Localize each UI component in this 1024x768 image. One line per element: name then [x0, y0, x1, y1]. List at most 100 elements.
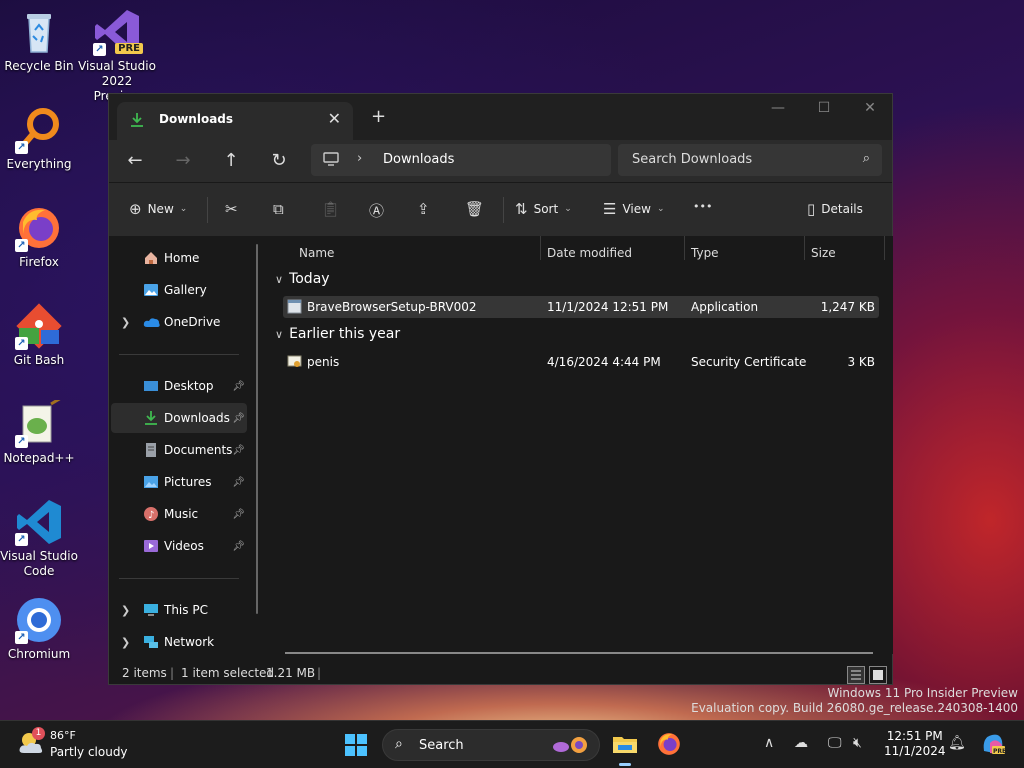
file-type: Application: [691, 300, 759, 314]
minimize-button[interactable]: —: [755, 100, 801, 116]
nav-divider: [119, 578, 239, 579]
desktop-icon-firefox[interactable]: ↗ Firefox: [0, 204, 79, 270]
taskbar-file-explorer[interactable]: [612, 731, 638, 760]
status-divider: |: [317, 666, 322, 680]
sort-icon: ⇅: [515, 200, 528, 218]
up-button[interactable]: ↑: [217, 148, 245, 174]
cut-button[interactable]: ✂: [225, 200, 238, 218]
desktop-icon-notepad-plus-plus[interactable]: ↗ Notepad++: [0, 396, 79, 466]
new-button[interactable]: ⊕ New ⌄: [129, 200, 187, 218]
refresh-button[interactable]: ↻: [265, 148, 293, 174]
address-bar[interactable]: › Downloads: [311, 144, 611, 176]
volume-muted-icon[interactable]: 🔇︎: [853, 735, 862, 751]
column-header-size[interactable]: Size: [811, 246, 836, 260]
column-divider[interactable]: [884, 236, 885, 260]
taskbar: 1 86°F Partly cloudy ⌕ Search ∧ ☁︎ 🖵︎ 🔇︎…: [0, 720, 1024, 768]
file-type: Security Certificate: [691, 355, 807, 369]
chevron-right-icon[interactable]: ❯: [121, 316, 130, 329]
column-divider[interactable]: [540, 236, 541, 260]
column-header-date-modified[interactable]: Date modified: [547, 246, 632, 260]
desktop-icon-label: Recycle Bin: [4, 59, 74, 73]
nav-item-pictures[interactable]: Pictures 📌︎: [111, 467, 247, 497]
taskbar-clock[interactable]: 12:51 PM 11/1/2024: [884, 729, 946, 759]
sort-button[interactable]: ⇅ Sort ⌄: [515, 200, 572, 218]
network-icon[interactable]: 🖵︎: [828, 735, 842, 751]
shortcut-arrow-icon: ↗: [15, 631, 28, 644]
address-segment[interactable]: Downloads: [383, 152, 454, 167]
pin-icon[interactable]: 📌︎: [232, 541, 245, 552]
copy-button[interactable]: ⧉: [273, 200, 284, 218]
chevron-right-icon[interactable]: ❯: [121, 636, 130, 649]
pin-icon[interactable]: 📌︎: [232, 509, 245, 520]
desktop-icon-label: Notepad++: [3, 451, 75, 465]
new-tab-button[interactable]: +: [371, 106, 386, 127]
shortcut-arrow-icon: ↗: [15, 435, 28, 448]
taskbar-firefox[interactable]: [656, 731, 682, 760]
column-divider[interactable]: [684, 236, 685, 260]
pin-icon[interactable]: 📌︎: [232, 445, 245, 456]
close-tab-icon[interactable]: ✕: [328, 109, 341, 128]
everything-search-icon: ↗: [15, 106, 63, 154]
nav-item-downloads[interactable]: Downloads 📌︎: [111, 403, 247, 433]
pin-icon[interactable]: 📌︎: [232, 477, 245, 488]
desktop-icon-recycle-bin[interactable]: Recycle Bin: [0, 8, 79, 74]
nav-scrollbar[interactable]: [256, 244, 258, 614]
nav-item-documents[interactable]: Documents 📌︎: [111, 435, 247, 465]
copilot-preview-icon[interactable]: PRE: [980, 731, 1006, 760]
firefox-icon: ↗: [15, 204, 63, 252]
view-button[interactable]: ☰ View ⌄: [603, 200, 664, 218]
start-button[interactable]: [344, 733, 368, 760]
file-size: 1,247 KB: [820, 300, 875, 314]
share-button[interactable]: ⇪: [417, 200, 430, 218]
shortcut-arrow-icon: ↗: [15, 141, 28, 154]
file-row[interactable]: BraveBrowserSetup-BRV002 11/1/2024 12:51…: [283, 296, 879, 318]
column-divider[interactable]: [804, 236, 805, 260]
nav-item-videos[interactable]: Videos 📌︎: [111, 531, 247, 561]
desktop-icon-visual-studio-2022-preview[interactable]: PRE ↗ Visual Studio 2022 Preview: [77, 8, 157, 104]
clock-date: 11/1/2024: [884, 744, 946, 758]
chevron-right-icon[interactable]: ❯: [121, 604, 130, 617]
desktop-icon-chromium[interactable]: ↗ Chromium: [0, 596, 79, 662]
onedrive-offline-icon[interactable]: ☁︎: [794, 735, 808, 751]
details-pane-button[interactable]: ▯ Details: [807, 200, 863, 218]
forward-button[interactable]: →: [169, 148, 197, 174]
desktop-icon-everything[interactable]: ↗ Everything: [0, 106, 79, 172]
tab-downloads[interactable]: Downloads ✕: [117, 102, 353, 140]
desktop-icon-vscode[interactable]: ↗ Visual Studio Code: [0, 498, 79, 579]
horizontal-scrollbar[interactable]: [285, 652, 873, 654]
group-header-earlier-this-year[interactable]: ∨ Earlier this year: [275, 326, 400, 342]
pin-icon[interactable]: 📌︎: [232, 381, 245, 392]
nav-item-this-pc[interactable]: ❯ This PC: [111, 595, 247, 625]
nav-item-gallery[interactable]: Gallery: [111, 275, 247, 305]
details-view-button[interactable]: [847, 666, 865, 684]
back-button[interactable]: ←: [121, 148, 149, 174]
nav-item-onedrive[interactable]: ❯ OneDrive: [111, 307, 247, 337]
nav-item-home[interactable]: Home: [111, 243, 247, 273]
delete-button[interactable]: 🗑︎: [465, 200, 484, 218]
music-icon: ♪: [143, 506, 159, 522]
search-input[interactable]: Search Downloads ⌕: [618, 144, 882, 176]
paste-button[interactable]: 📋︎: [321, 200, 340, 218]
more-options-button[interactable]: •••: [693, 200, 712, 213]
rename-button[interactable]: Ⓐ: [369, 200, 384, 221]
taskbar-search-label: Search: [419, 738, 464, 753]
notification-bell-icon[interactable]: 🔔︎: [948, 735, 966, 751]
document-icon: [143, 442, 159, 458]
show-hidden-icons-button[interactable]: ∧: [764, 735, 774, 751]
large-icons-view-button[interactable]: [869, 666, 887, 684]
nav-item-desktop[interactable]: Desktop 📌︎: [111, 371, 247, 401]
group-header-today[interactable]: ∨ Today: [275, 271, 330, 287]
close-window-button[interactable]: ✕: [847, 100, 893, 116]
taskbar-search-box[interactable]: ⌕ Search: [382, 729, 600, 761]
desktop-icon-git-bash[interactable]: ↗ Git Bash: [0, 302, 79, 368]
preview-badge: PRE: [115, 43, 143, 54]
pictures-icon: [143, 474, 159, 490]
column-header-type[interactable]: Type: [691, 246, 719, 260]
pin-icon[interactable]: 📌︎: [232, 413, 245, 424]
nav-item-network[interactable]: ❯ Network: [111, 627, 247, 657]
chevron-right-icon[interactable]: ›: [357, 151, 362, 166]
maximize-button[interactable]: ☐: [801, 100, 847, 116]
file-row[interactable]: penis 4/16/2024 4:44 PM Security Certifi…: [283, 351, 879, 373]
nav-item-music[interactable]: ♪ Music 📌︎: [111, 499, 247, 529]
column-header-name[interactable]: Name: [299, 246, 334, 260]
